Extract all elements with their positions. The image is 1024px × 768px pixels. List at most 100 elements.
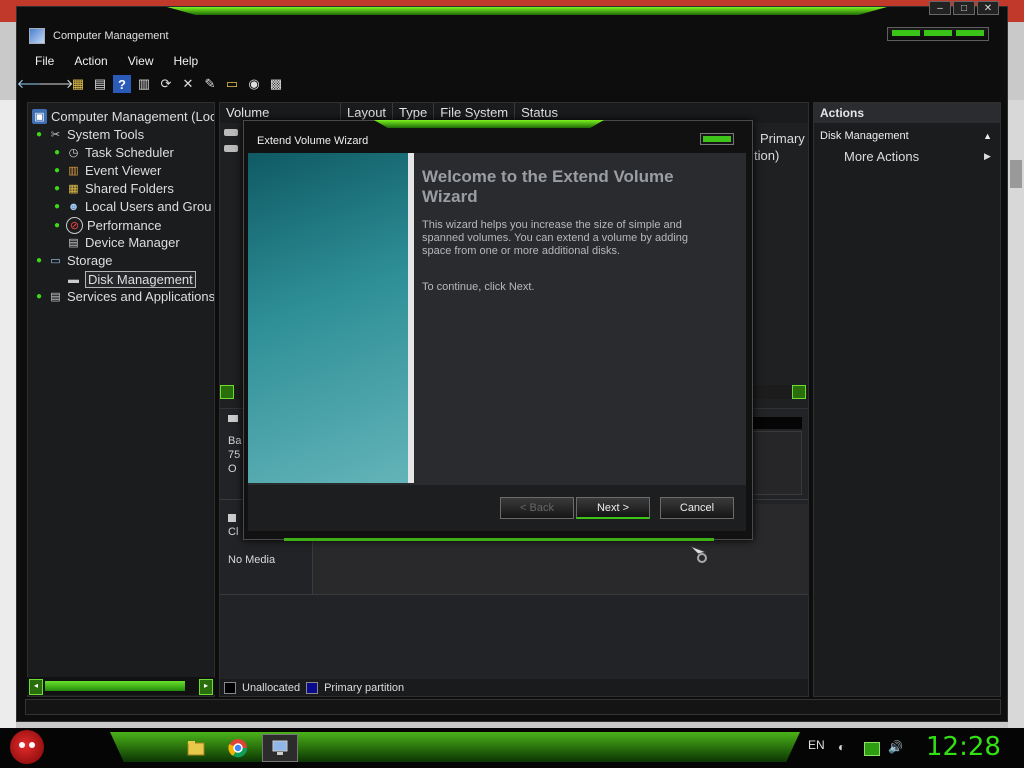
shared-folder-icon: ▦ bbox=[68, 183, 79, 195]
computer-management-icon bbox=[29, 28, 45, 44]
cdrom-label: Cl bbox=[228, 526, 239, 538]
start-button[interactable] bbox=[10, 730, 44, 764]
cdrom-icon bbox=[228, 514, 236, 522]
disk-icon bbox=[228, 415, 238, 422]
tree-label: Local Users and Grou bbox=[85, 199, 212, 214]
properties-icon[interactable]: ▥ bbox=[135, 75, 153, 93]
actions-pane: Actions Disk Management ▲ More Actions ▶ bbox=[813, 102, 1001, 697]
tree-horizontal-scrollbar[interactable]: ◂ ▸ bbox=[27, 677, 215, 695]
disk-icon: ▬ bbox=[68, 273, 79, 286]
expand-bullet-icon[interactable]: ● bbox=[54, 183, 62, 194]
close-button[interactable]: ✕ bbox=[977, 1, 999, 15]
computer-management-taskbar-button[interactable] bbox=[262, 734, 298, 762]
wizard-continue-text: To continue, click Next. bbox=[422, 281, 535, 293]
legend-primary: Primary partition bbox=[324, 682, 405, 694]
expand-bullet-icon[interactable]: ● bbox=[54, 147, 62, 158]
scroll-left-button[interactable]: ◂ bbox=[29, 679, 43, 695]
chrome-taskbar-button[interactable] bbox=[220, 734, 256, 762]
refresh-icon[interactable]: ⟳ bbox=[157, 75, 175, 93]
collapse-up-icon[interactable]: ▲ bbox=[983, 127, 992, 145]
partition-block[interactable] bbox=[750, 431, 802, 495]
grid-icon[interactable]: ▩ bbox=[267, 75, 285, 93]
minimize-button[interactable]: – bbox=[929, 1, 951, 15]
help-icon[interactable]: ? bbox=[113, 75, 131, 93]
services-icon: ▤ bbox=[50, 291, 61, 303]
tree-item-disk-management[interactable]: ▬ Disk Management bbox=[66, 271, 196, 288]
tree-item-storage[interactable]: ● ▭ Storage bbox=[36, 253, 113, 268]
taskbar-clock[interactable]: 12:28 bbox=[926, 732, 1001, 762]
expand-bullet-icon[interactable]: ● bbox=[36, 129, 44, 140]
tree-item-shared-folders[interactable]: ● ▦ Shared Folders bbox=[54, 181, 174, 196]
background-browser-scrollbar[interactable] bbox=[1008, 100, 1024, 730]
storage-icon: ▭ bbox=[50, 255, 61, 267]
background-scroll-thumb[interactable] bbox=[1010, 160, 1022, 188]
menu-help[interactable]: Help bbox=[164, 52, 209, 70]
toolbar: 🡐 🡒 ▦ ▤ ? ▥ ⟳ ✕ ✎ ▭ ◉ ▩ bbox=[17, 73, 285, 95]
actions-section-disk-management[interactable]: Disk Management ▲ bbox=[814, 127, 1000, 145]
action-center-icon[interactable] bbox=[864, 742, 880, 756]
cancel-button[interactable]: Cancel bbox=[660, 497, 734, 519]
tree-label: Task Scheduler bbox=[85, 145, 174, 160]
tree-item-local-users[interactable]: ● ☻ Local Users and Grou bbox=[54, 199, 211, 214]
expand-bullet-icon[interactable]: ● bbox=[36, 291, 44, 302]
network-icon[interactable]: ◐ bbox=[838, 740, 845, 754]
computer-management-icon bbox=[272, 740, 288, 755]
tree-item-device-manager[interactable]: ▤ Device Manager bbox=[66, 235, 179, 250]
taskbar: EN ◐ 🔊 12:28 bbox=[0, 728, 1024, 768]
scroll-thumb[interactable] bbox=[45, 681, 185, 691]
scroll-right-button[interactable] bbox=[792, 385, 806, 399]
wizard-side-banner bbox=[248, 153, 408, 483]
more-actions-item[interactable]: More Actions bbox=[844, 149, 919, 164]
maximize-button[interactable]: □ bbox=[953, 1, 975, 15]
wizard-heading: Welcome to the Extend Volume Wizard bbox=[422, 167, 674, 206]
back-button[interactable]: < Back bbox=[500, 497, 574, 519]
tree-item-performance[interactable]: ● ⊘ Performance bbox=[54, 217, 161, 234]
partition-header bbox=[750, 417, 802, 429]
close-indicator-icon bbox=[703, 136, 731, 142]
show-hide-console-tree-icon[interactable]: ▤ bbox=[91, 75, 109, 93]
menu-view[interactable]: View bbox=[118, 52, 164, 70]
titlebar-glow bbox=[167, 7, 887, 15]
status-bar bbox=[25, 699, 1001, 715]
tree-label: Services and Applications bbox=[67, 289, 215, 304]
tree-item-task-scheduler[interactable]: ● ◷ Task Scheduler bbox=[54, 145, 174, 160]
scroll-right-button[interactable]: ▸ bbox=[199, 679, 213, 695]
tree-item-system-tools[interactable]: ● ✂ System Tools bbox=[36, 127, 144, 142]
tree-item-root[interactable]: ▣ Computer Management (Loc bbox=[32, 109, 215, 124]
expand-bullet-icon[interactable]: ● bbox=[54, 165, 62, 176]
scroll-left-button[interactable] bbox=[220, 385, 234, 399]
edit-icon[interactable]: ✎ bbox=[201, 75, 219, 93]
submenu-arrow-icon[interactable]: ▶ bbox=[984, 151, 991, 162]
volume-drive-icon bbox=[224, 145, 238, 152]
start-logo-eye bbox=[19, 742, 25, 748]
expand-bullet-icon[interactable]: ● bbox=[54, 201, 62, 212]
legend-unallocated: Unallocated bbox=[242, 682, 301, 694]
tree-label: Shared Folders bbox=[85, 181, 174, 196]
search-disk-icon[interactable]: ◉ bbox=[245, 75, 263, 93]
tree-item-services[interactable]: ● ▤ Services and Applications bbox=[36, 289, 215, 304]
menu-bar: File Action View Help bbox=[25, 52, 208, 70]
menu-file[interactable]: File bbox=[25, 52, 64, 70]
dialog-close-button[interactable] bbox=[700, 133, 734, 145]
file-explorer-taskbar-button[interactable] bbox=[178, 734, 214, 762]
next-button[interactable]: Next > bbox=[576, 497, 650, 519]
computer-icon: ▣ bbox=[32, 109, 47, 124]
delete-icon[interactable]: ✕ bbox=[179, 75, 197, 93]
chrome-icon bbox=[228, 739, 248, 758]
wizard-description: This wizard helps you increase the size … bbox=[422, 219, 689, 257]
volume-icon[interactable]: 🔊 bbox=[888, 740, 903, 754]
tree-item-event-viewer[interactable]: ● ▥ Event Viewer bbox=[54, 163, 161, 178]
disk-0-size: 75 bbox=[228, 449, 241, 461]
open-folder-icon[interactable]: ▭ bbox=[223, 75, 241, 93]
expand-bullet-icon[interactable]: ● bbox=[36, 255, 44, 266]
tree-label: Computer Management (Loc bbox=[51, 109, 215, 124]
expand-bullet-icon[interactable]: ● bbox=[54, 220, 62, 231]
status-segment bbox=[924, 30, 952, 36]
forward-arrow-icon[interactable]: 🡒 bbox=[39, 75, 74, 93]
wizard-banner-divider bbox=[408, 153, 414, 483]
language-indicator[interactable]: EN bbox=[808, 738, 825, 752]
folder-up-icon[interactable]: ▦ bbox=[69, 75, 87, 93]
users-icon: ☻ bbox=[67, 200, 80, 213]
wizard-footer: < Back Next > Cancel bbox=[248, 485, 746, 531]
menu-action[interactable]: Action bbox=[64, 52, 117, 70]
